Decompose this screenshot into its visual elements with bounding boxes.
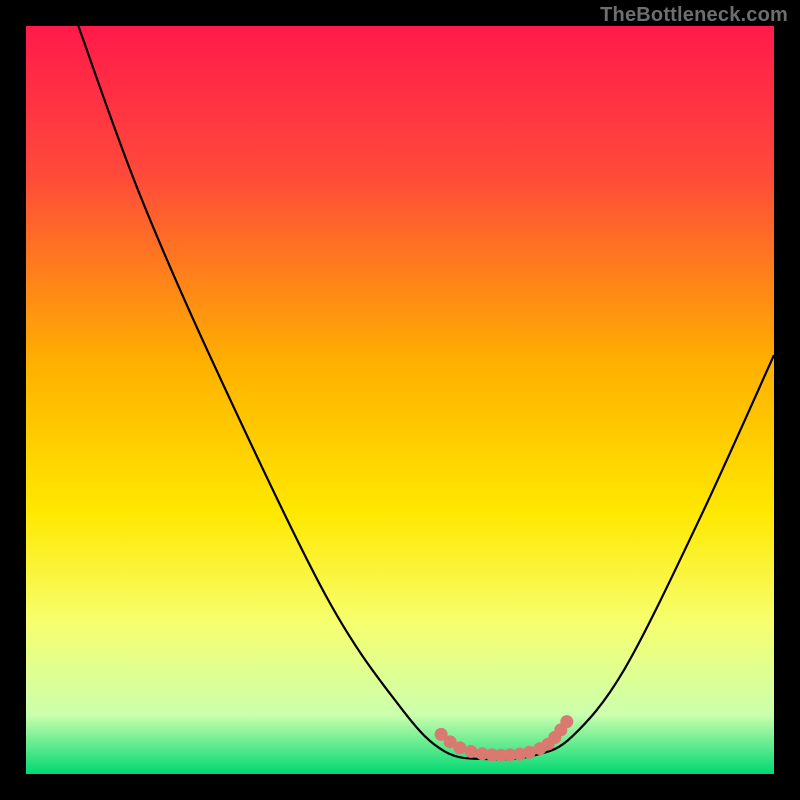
- gradient-background: [26, 26, 774, 774]
- optimal-marker: [453, 741, 466, 754]
- chart-frame: TheBottleneck.com: [0, 0, 800, 800]
- watermark-label: TheBottleneck.com: [600, 4, 788, 27]
- plot-area: [26, 26, 774, 774]
- bottleneck-chart: [26, 26, 774, 774]
- optimal-marker: [465, 745, 478, 758]
- optimal-marker: [560, 715, 573, 728]
